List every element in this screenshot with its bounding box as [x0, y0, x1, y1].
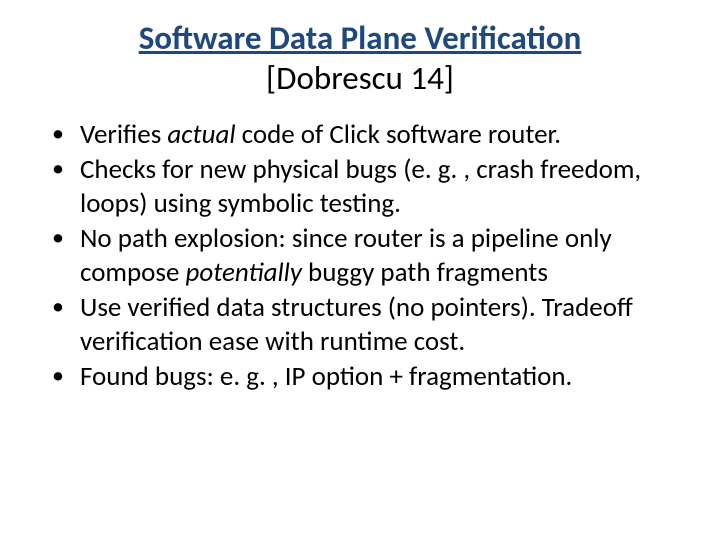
bullet-list: Verifies actual code of Click software r… [28, 118, 692, 394]
list-item: Checks for new physical bugs (e. g. , cr… [52, 153, 686, 220]
slide-title: Software Data Plane Verification [28, 20, 692, 58]
bullet-text: Use verified data structures (no pointer… [80, 291, 633, 357]
bullet-emph: potentially [186, 256, 302, 289]
list-item: No path explosion: since router is a pip… [52, 222, 686, 289]
slide: Software Data Plane Verification [Dobres… [0, 0, 720, 540]
list-item: Verifies actual code of Click software r… [52, 118, 686, 151]
list-item: Found bugs: e. g. , IP option + fragment… [52, 360, 686, 393]
bullet-text: buggy path fragments [302, 256, 548, 289]
bullet-text: Found bugs: e. g. , IP option + fragment… [80, 360, 572, 393]
bullet-emph: actual [167, 118, 235, 151]
bullet-text: Verifies [80, 118, 167, 151]
title-block: Software Data Plane Verification [Dobres… [28, 20, 692, 98]
slide-subtitle: [Dobrescu 14] [28, 60, 692, 98]
list-item: Use verified data structures (no pointer… [52, 291, 686, 358]
bullet-text: Checks for new physical bugs (e. g. , cr… [80, 153, 641, 219]
bullet-text: code of Click software router. [236, 118, 561, 151]
